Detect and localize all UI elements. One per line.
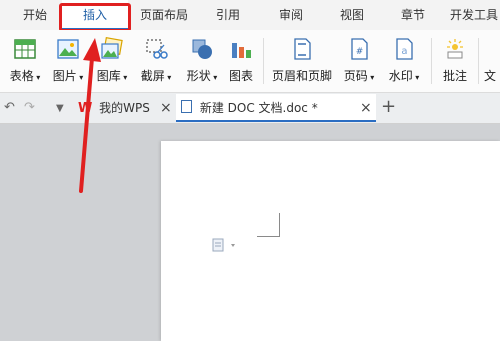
svg-text:#: # [356,47,364,57]
tab-home[interactable]: 开始 [12,0,58,30]
screenshot-button[interactable]: 截屏 ▾ [136,34,176,90]
page-number-icon: # [351,38,368,60]
comment-button[interactable]: 批注 [438,34,472,90]
ribbon-insert: 表格 ▾ 图片 ▾ 图库 ▾ 截屏 ▾ 形状 ▾ 图表 页眉和页脚 # 页码 ▾… [0,30,500,93]
chevron-down-icon: ▾ [76,73,84,82]
wps-logo-icon: W [78,101,93,116]
tab-document[interactable]: 新建 DOC 文档.doc * × [176,94,376,122]
ribbon-separator [431,38,432,84]
ribbon-separator [263,38,264,84]
tab-document-label: 新建 DOC 文档.doc * [199,101,318,115]
chevron-down-icon: ▾ [120,73,128,82]
tab-developer[interactable]: 开发工具 [450,0,500,30]
chevron-down-icon: ▾ [164,73,172,82]
chart-button[interactable]: 图表 [226,34,256,90]
page-number-button[interactable]: # 页码 ▾ [338,34,380,90]
undo-icon[interactable]: ↶ [4,100,15,115]
document-icon [181,100,192,113]
table-button[interactable]: 表格 ▾ [6,34,44,90]
shapes-button[interactable]: 形状 ▾ [181,34,223,90]
picture-icon [57,39,79,59]
header-footer-icon [294,38,311,60]
close-icon[interactable]: × [160,94,172,122]
tab-my-wps-label: 我的WPS [99,101,150,115]
redo-icon[interactable]: ↷ [24,100,35,115]
comment-label: 批注 [442,69,467,83]
svg-text:a: a [401,46,407,57]
tab-page-layout[interactable]: 页面布局 [134,0,194,30]
tab-references[interactable]: 引用 [208,0,248,30]
header-footer-label: 页眉和页脚 [271,69,332,83]
tab-my-wps[interactable]: W 我的WPS × [74,94,174,122]
watermark-button[interactable]: a 水印 ▾ [383,34,425,90]
table-icon [14,39,36,59]
header-footer-button[interactable]: 页眉和页脚 [270,34,334,90]
text-box-label: 文 [484,69,497,83]
shapes-label: 形状 [186,69,211,83]
chart-label: 图表 [228,69,253,83]
new-tab-button[interactable]: + [381,96,396,118]
paste-options-icon[interactable] [212,238,238,252]
gallery-icon [101,37,123,59]
bar-chart-icon [232,43,251,58]
watermark-label: 水印 [388,69,413,83]
chevron-down-icon[interactable]: ▼ [56,103,64,114]
tab-review[interactable]: 审阅 [271,0,311,30]
gallery-label: 图库 [96,69,121,83]
chevron-down-icon: ▾ [412,73,420,82]
annotation-highlight-box [59,3,131,32]
gallery-button[interactable]: 图库 ▾ [92,34,132,90]
chevron-down-icon: ▾ [33,73,41,82]
document-tab-bar: ↶ ↷ ▼ W 我的WPS × 新建 DOC 文档.doc * × [0,93,500,124]
ribbon-separator [478,38,479,84]
tab-view[interactable]: 视图 [332,0,372,30]
tab-section[interactable]: 章节 [393,0,433,30]
text-box-button[interactable]: 文 [484,34,500,90]
chevron-down-icon: ▾ [210,73,218,82]
picture-label: 图片 [52,69,77,83]
chevron-down-icon: ▾ [367,73,375,82]
scissors-icon [146,39,168,59]
shapes-icon [192,39,212,59]
screenshot-label: 截屏 [140,69,165,83]
table-label: 表格 [9,69,34,83]
text-margin-mark [257,213,280,237]
page-number-label: 页码 [343,69,368,83]
comment-icon [447,39,463,59]
close-icon[interactable]: × [360,94,372,122]
picture-button[interactable]: 图片 ▾ [48,34,88,90]
watermark-icon: a [396,38,413,60]
